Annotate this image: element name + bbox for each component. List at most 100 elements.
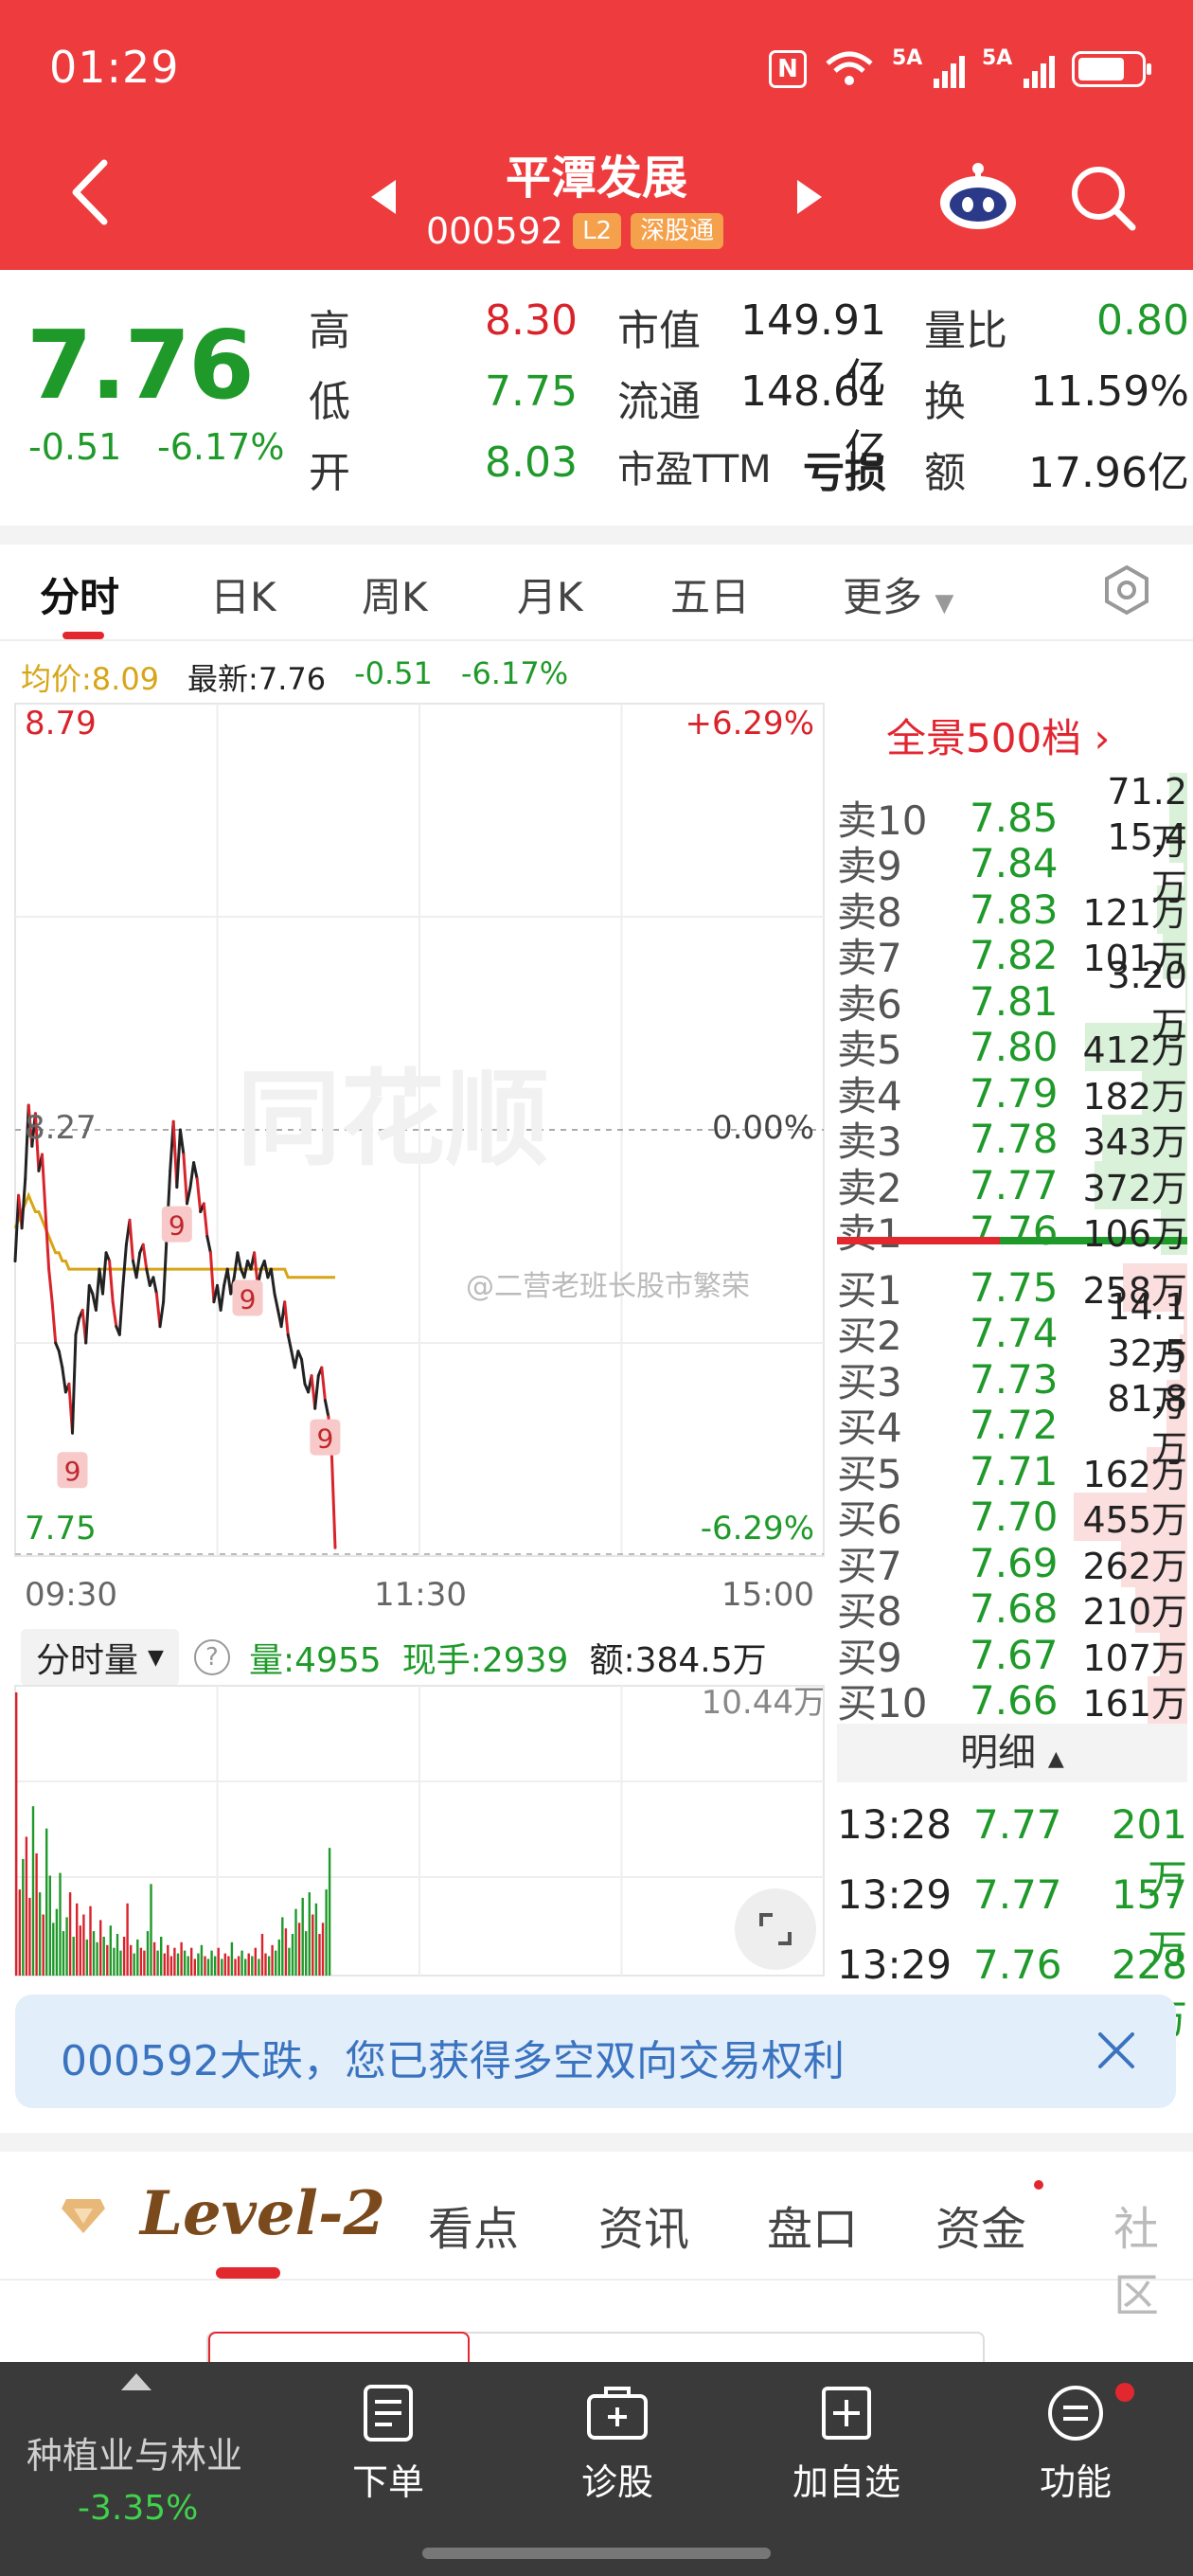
bid-row[interactable]: 买9 7.67 107万 xyxy=(837,1630,1187,1681)
volume-bar xyxy=(277,1939,280,1976)
open-value: 8.03 xyxy=(485,438,578,487)
tab-highlights[interactable]: 看点 xyxy=(428,2191,519,2258)
bid-row[interactable]: 买10 7.66 161万 xyxy=(837,1676,1187,1726)
ask-row[interactable]: 卖6 7.81 3.20万 xyxy=(837,955,1187,1046)
bid-row[interactable]: 买8 7.68 210万 xyxy=(837,1584,1187,1635)
next-stock-button[interactable] xyxy=(793,176,826,218)
volume-bar xyxy=(133,1953,135,1976)
battery-icon xyxy=(1072,51,1151,87)
funds-notification-dot xyxy=(1034,2180,1043,2190)
industry-name[interactable]: 种植业与林业 xyxy=(27,2426,242,2478)
volume-bar xyxy=(68,1892,72,1976)
price-segment xyxy=(71,1333,78,1435)
ask-row[interactable]: 卖5 7.80 412万 xyxy=(837,1023,1187,1073)
volume-chart xyxy=(14,1685,825,1977)
price-segment xyxy=(61,1366,67,1394)
intraday-chart[interactable]: 同花顺 9 9 9 9 8.79 8.27 7.75 +6.29% 0.00% -6.… xyxy=(0,696,829,1615)
bid-row[interactable]: 买7 7.69 262万 xyxy=(837,1538,1187,1589)
stock-code-row: 000592 L2 深股通 xyxy=(426,210,724,252)
tab-monthly-k[interactable]: 月K xyxy=(517,565,583,623)
bid-price: 7.74 xyxy=(970,1310,1059,1356)
price-segment xyxy=(293,1350,300,1369)
price-segment xyxy=(186,1186,192,1206)
tab-funds[interactable]: 资金 xyxy=(935,2191,1026,2258)
bid-price: 7.69 xyxy=(970,1539,1059,1586)
app-header: 01:29 N 5A 5A 平潭发展 000592 L2 深股通 xyxy=(0,0,1193,270)
tab-handicap[interactable]: 盘口 xyxy=(767,2191,858,2258)
gear-icon[interactable] xyxy=(1100,564,1153,617)
tab-daily-k[interactable]: 日K xyxy=(210,565,276,623)
full-depth-label: 全景500档 xyxy=(886,715,1082,761)
ask-row[interactable]: 卖4 7.79 182万 xyxy=(837,1068,1187,1119)
promo-banner[interactable]: 000592大跌，您已获得多空双向交易权利 xyxy=(15,1995,1176,2108)
x-label-open: 09:30 xyxy=(25,1576,117,1614)
close-icon[interactable] xyxy=(1095,2029,1138,2072)
tab-intraday[interactable]: 分时 xyxy=(40,565,119,623)
volume-bar xyxy=(275,1950,277,1976)
volume-bar xyxy=(217,1947,220,1976)
tab-community[interactable]: 社区 xyxy=(1113,2191,1193,2324)
tab-five-day[interactable]: 五日 xyxy=(670,565,750,623)
expand-icon[interactable] xyxy=(735,1888,816,1970)
price-segment xyxy=(134,1251,142,1279)
ask-row[interactable]: 卖9 7.84 15.4万 xyxy=(837,816,1187,908)
price-segment xyxy=(320,1366,327,1403)
amount-value: 17.96亿 xyxy=(1028,449,1189,497)
home-indicator[interactable] xyxy=(422,2548,771,2559)
active-subtab-indicator xyxy=(216,2267,280,2279)
nav-add-watchlist-button[interactable]: 加自选 xyxy=(780,2383,913,2505)
price-segment xyxy=(141,1243,149,1271)
bid-row[interactable]: 买6 7.70 455万 xyxy=(837,1493,1187,1543)
ask-row[interactable]: 卖3 7.78 343万 xyxy=(837,1115,1187,1165)
volume-bar xyxy=(65,1917,68,1976)
bid-price: 7.67 xyxy=(970,1631,1059,1678)
l2-tag: L2 xyxy=(573,213,622,249)
volume-bar xyxy=(89,1905,92,1976)
tab-more[interactable]: 更多 ▼ xyxy=(843,565,953,623)
nav-order-button[interactable]: 下单 xyxy=(322,2383,454,2505)
ask-row[interactable]: 卖8 7.83 121万 xyxy=(837,885,1187,936)
bid-row[interactable]: 买5 7.71 162万 xyxy=(837,1446,1187,1497)
back-button[interactable] xyxy=(68,159,110,225)
signal-markers: 9 9 9 9 xyxy=(57,1206,341,1489)
price-segment xyxy=(44,1210,51,1271)
ask-price: 7.81 xyxy=(970,977,1059,1025)
add-icon xyxy=(822,2387,871,2440)
price-segment xyxy=(323,1399,330,1419)
volume-bar xyxy=(190,1947,193,1976)
status-time: 01:29 xyxy=(49,42,180,93)
tab-weekly-k[interactable]: 周K xyxy=(362,565,428,623)
ask-price: 7.76 xyxy=(970,1208,1059,1254)
ask-level-label: 卖1 xyxy=(837,1210,902,1257)
volume-bar xyxy=(297,1923,301,1976)
volume-bar xyxy=(267,1956,271,1976)
tab-level2[interactable]: Level-2 xyxy=(140,2178,385,2249)
price-segment xyxy=(151,1276,158,1296)
search-icon[interactable] xyxy=(1068,163,1138,233)
bid-row[interactable]: 买4 7.72 81.8万 xyxy=(837,1378,1187,1470)
y-mid-label: 8.27 xyxy=(25,1109,97,1147)
volume-bar xyxy=(102,1937,105,1976)
price-segment xyxy=(286,1333,294,1353)
signal-marker-label: 9 xyxy=(64,1456,81,1487)
tab-news[interactable]: 资讯 xyxy=(598,2191,689,2258)
robot-assistant-icon[interactable] xyxy=(937,161,1019,231)
pe-label: 市盈TTM xyxy=(617,448,772,492)
intraday-info: 均价:8.09 最新:7.76 -0.51 -6.17% xyxy=(21,655,568,699)
ask-row[interactable]: 卖1 7.76 106万 xyxy=(837,1207,1187,1257)
signal-marker: 9 xyxy=(310,1419,341,1456)
latest-price: 最新:7.76 xyxy=(187,661,327,697)
full-depth-button[interactable]: 全景500档 › xyxy=(886,707,1110,764)
signal-marker: 9 xyxy=(232,1279,263,1316)
detail-header[interactable]: 明细 ▲ xyxy=(837,1724,1187,1782)
signal-marker-label: 9 xyxy=(169,1210,186,1242)
ask-volume-cell: 182万 xyxy=(1074,1067,1187,1119)
ask-row[interactable]: 卖2 7.77 372万 xyxy=(837,1160,1187,1211)
banner-text: 000592大跌，您已获得多空双向交易权利 xyxy=(61,2037,845,2085)
avg-price: 均价:8.09 xyxy=(21,661,160,697)
volume-bar xyxy=(281,1917,284,1976)
nav-diagnose-button[interactable]: 诊股 xyxy=(551,2383,684,2505)
bid-volume-cell: 210万 xyxy=(1074,1583,1187,1635)
volume-bar xyxy=(116,1934,119,1976)
prev-stock-button[interactable] xyxy=(367,176,400,218)
